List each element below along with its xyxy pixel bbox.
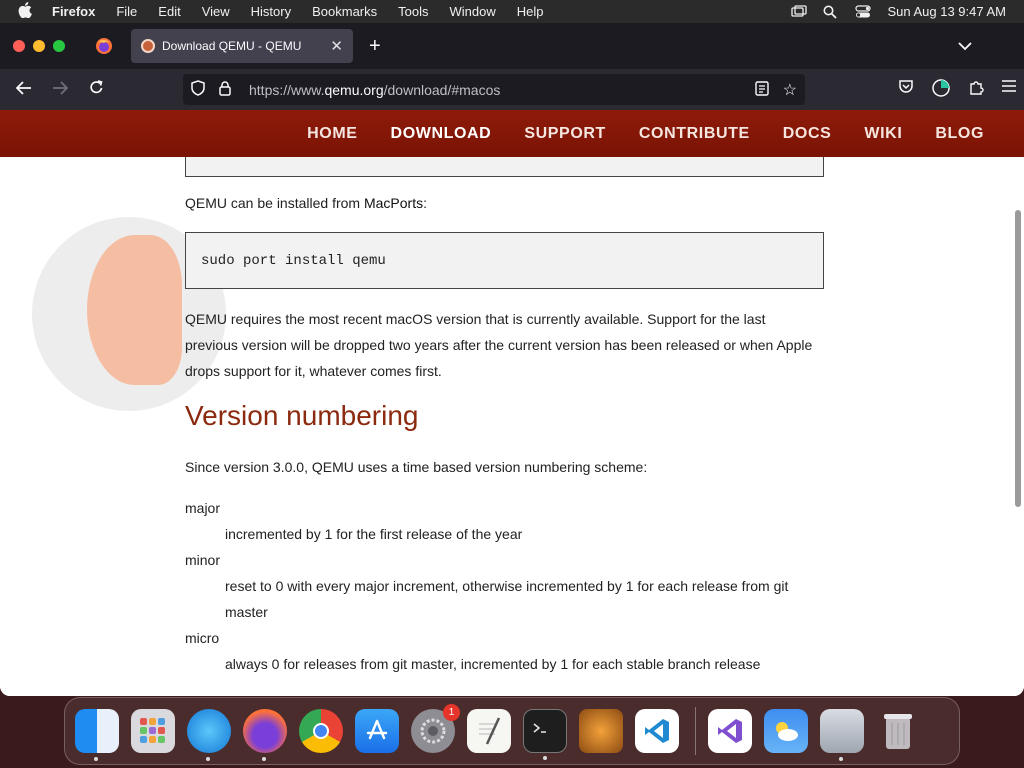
menu-bar: Firefox File Edit View History Bookmarks… — [0, 0, 1024, 23]
macports-paragraph: QEMU can be installed from MacPorts: — [185, 195, 427, 211]
menu-tools[interactable]: Tools — [398, 4, 428, 19]
lock-icon[interactable] — [219, 80, 235, 99]
pocket-icon[interactable] — [898, 79, 914, 101]
version-intro-paragraph: Since version 3.0.0, QEMU uses a time ba… — [185, 459, 648, 475]
dock-separator — [695, 707, 696, 755]
menu-help[interactable]: Help — [517, 4, 544, 19]
definition-term: major — [185, 500, 221, 516]
dock-firefox-icon[interactable] — [243, 709, 287, 761]
nav-support-link[interactable]: SUPPORT — [524, 125, 606, 143]
site-navigation: HOME DOWNLOAD SUPPORT CONTRIBUTE DOCS WI… — [0, 110, 1024, 157]
navigation-toolbar: https://www.qemu.org/download/#macos ☆ — [0, 69, 1024, 110]
bookmark-star-icon[interactable]: ☆ — [783, 80, 797, 100]
menu-app-name[interactable]: Firefox — [52, 4, 95, 19]
definition-description: reset to 0 with every major increment, o… — [225, 578, 789, 620]
dock-app-store-icon[interactable] — [355, 709, 399, 753]
tracking-protection-shield-icon[interactable] — [191, 80, 207, 99]
version-numbering-heading: Version numbering — [185, 400, 419, 431]
version-definition-list: major incremented by 1 for the first rel… — [185, 495, 825, 677]
definition-term: micro — [185, 630, 220, 646]
dock-system-settings-icon[interactable]: 1 — [411, 704, 460, 753]
tab-title: Download QEMU - QEMU — [162, 39, 302, 53]
nav-contribute-link[interactable]: CONTRIBUTE — [639, 125, 750, 143]
menu-edit[interactable]: Edit — [158, 4, 180, 19]
nav-docs-link[interactable]: DOCS — [783, 125, 832, 143]
firefox-window: Download QEMU - QEMU ✕ + https://www.qem… — [0, 23, 1024, 696]
definition-term: minor — [185, 552, 221, 568]
screen-mirroring-icon[interactable] — [791, 5, 808, 18]
dock-garageband-icon[interactable] — [579, 709, 623, 753]
dock-textedit-icon[interactable] — [467, 709, 511, 753]
close-window-button[interactable] — [13, 40, 25, 52]
install-command-code-block: sudo port install qemu — [185, 232, 824, 289]
vertical-scrollbar[interactable] — [1015, 210, 1021, 507]
macports-link[interactable]: MacPorts — [364, 195, 423, 211]
dock-terminal-icon[interactable] — [523, 709, 567, 760]
toolbar-right-group — [898, 78, 1016, 101]
dock-vscode-icon[interactable] — [635, 709, 679, 753]
menu-history[interactable]: History — [251, 4, 291, 19]
hamburger-menu-icon[interactable] — [1002, 79, 1016, 101]
nav-home-link[interactable]: HOME — [307, 125, 357, 143]
menu-window[interactable]: Window — [450, 4, 496, 19]
list-all-tabs-icon[interactable] — [958, 38, 972, 54]
previous-code-block — [185, 157, 824, 177]
qemu-favicon-icon — [141, 39, 155, 53]
tab-strip: Download QEMU - QEMU ✕ + — [0, 23, 1024, 69]
nav-blog-link[interactable]: BLOG — [935, 125, 984, 143]
minimize-window-button[interactable] — [33, 40, 45, 52]
macos-requirement-paragraph: QEMU requires the most recent macOS vers… — [185, 311, 813, 379]
dock: 1 — [64, 697, 960, 765]
dock-finder-icon[interactable] — [75, 709, 119, 761]
dock-chrome-icon[interactable] — [299, 709, 343, 753]
dock-archive-utility-icon[interactable] — [820, 709, 864, 761]
dock-trash-icon[interactable] — [876, 709, 920, 753]
menubar-clock[interactable]: Sun Aug 13 9:47 AM — [887, 4, 1006, 19]
definition-description: always 0 for releases from git master, i… — [225, 656, 761, 672]
address-bar[interactable]: https://www.qemu.org/download/#macos ☆ — [183, 74, 805, 105]
url-text[interactable]: https://www.qemu.org/download/#macos — [249, 82, 500, 98]
reader-view-icon[interactable] — [755, 80, 769, 99]
tab-active[interactable]: Download QEMU - QEMU ✕ — [131, 29, 353, 63]
reload-icon[interactable] — [78, 79, 114, 100]
firefox-view-icon[interactable] — [95, 37, 113, 55]
notification-badge: 1 — [443, 704, 460, 721]
new-tab-icon[interactable]: + — [369, 35, 381, 58]
dock-safari-icon[interactable] — [187, 709, 231, 761]
extensions-puzzle-icon[interactable] — [968, 79, 984, 101]
spotlight-search-icon[interactable] — [823, 5, 839, 19]
close-tab-icon[interactable]: ✕ — [330, 37, 343, 55]
definition-description: incremented by 1 for the first release o… — [225, 526, 523, 542]
back-arrow-icon[interactable] — [6, 80, 42, 100]
web-page: HOME DOWNLOAD SUPPORT CONTRIBUTE DOCS WI… — [0, 110, 1024, 696]
menu-view[interactable]: View — [202, 4, 230, 19]
zoom-window-button[interactable] — [53, 40, 65, 52]
control-center-icon[interactable] — [855, 5, 872, 18]
dock-launchpad-icon[interactable] — [131, 709, 175, 753]
dock-visual-studio-icon[interactable] — [708, 709, 752, 753]
firefox-account-icon[interactable] — [932, 78, 950, 101]
menu-bookmarks[interactable]: Bookmarks — [312, 4, 377, 19]
forward-arrow-icon[interactable] — [42, 80, 78, 100]
menu-file[interactable]: File — [116, 4, 137, 19]
nav-download-link[interactable]: DOWNLOAD — [391, 125, 492, 143]
window-controls — [13, 40, 65, 52]
apple-menu-icon[interactable] — [18, 2, 38, 21]
nav-wiki-link[interactable]: WIKI — [864, 125, 902, 143]
dock-weather-icon[interactable] — [764, 709, 808, 753]
